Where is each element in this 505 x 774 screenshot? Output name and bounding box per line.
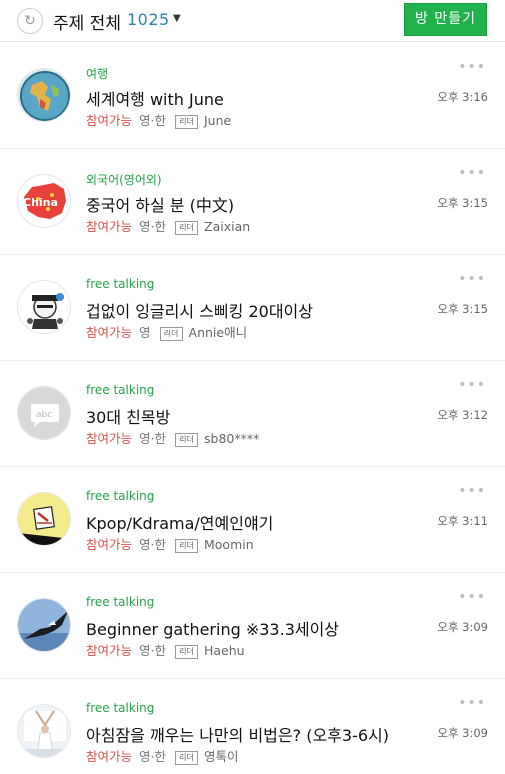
room-time: 오후 3:16 [437,90,488,104]
caret-down-icon[interactable]: ▼ [173,13,181,24]
top-bar: ↻ 주제 전체 1025 ▼ 방 만들기 [0,0,505,42]
room-title[interactable]: Kpop/Kdrama/연예인얘기 [86,510,273,534]
room-meta: 참여가능 영·한 리더 sb80**** [86,428,260,447]
status-label: 참여가능 [86,749,133,764]
room-title[interactable]: 세계여행 with June [86,86,224,110]
more-dots-icon[interactable]: ••• [458,377,486,393]
leader-badge: 리더 [175,539,198,553]
room-item[interactable]: abc free talking 30대 친목방 참여가능 영·한 리더 sb80**… [0,361,505,467]
leader-name: June [204,113,232,128]
language-label: 영·한 [139,749,166,764]
room-title[interactable]: 겁없이 잉글리시 스삐킹 20대이상 [86,298,313,322]
room-category: free talking [86,383,155,397]
status-label: 참여가능 [86,431,133,446]
status-label: 참여가능 [86,325,133,340]
room-title[interactable]: 중국어 하실 분 (中文) [86,192,234,216]
room-item[interactable]: free talking Kpop/Kdrama/연예인얘기 참여가능 영·한 리더… [0,467,505,573]
create-room-button[interactable]: 방 만들기 [404,3,487,36]
room-category: 외국어(영어외) [86,173,162,187]
status-label: 참여가능 [86,643,133,658]
room-meta: 참여가능 영 리더 Annie애니 [86,322,248,341]
room-item[interactable]: free talking 아침잠을 깨우는 나만의 비법은? (오후3-6시) … [0,679,505,774]
room-category: 여행 [86,67,109,81]
room-title[interactable]: 30대 친목방 [86,404,170,428]
language-label: 영·한 [139,113,166,128]
leader-name: 영톡이 [204,749,239,764]
room-item[interactable]: free talking 겁없이 잉글리시 스삐킹 20대이상 참여가능 영 리더 A… [0,255,505,361]
room-time: 오후 3:15 [437,196,488,210]
leader-name: Annie애니 [188,325,248,340]
room-meta: 참여가능 영·한 리더 Haehu [86,640,245,659]
language-label: 영 [139,325,151,340]
room-item[interactable]: China 외국어(영어외) 중국어 하실 분 (中文) 참여가능 영·한 리더 Za… [0,149,505,255]
language-label: 영·한 [139,537,166,552]
room-meta: 참여가능 영·한 리더 Moomin [86,534,254,553]
room-time: 오후 3:15 [437,302,488,316]
room-item[interactable]: free talking Beginner gathering ※33.3세이상… [0,573,505,679]
room-meta: 참여가능 영·한 리더 영톡이 [86,746,239,765]
room-time: 오후 3:09 [437,620,488,634]
more-dots-icon[interactable]: ••• [458,483,486,499]
china-map-avatar: China [17,174,71,228]
status-label: 참여가능 [86,219,133,234]
room-time: 오후 3:12 [437,408,488,422]
room-time: 오후 3:11 [437,514,488,528]
leader-name: Haehu [204,643,245,658]
room-category: free talking [86,701,155,715]
leader-name: Moomin [204,537,254,552]
more-dots-icon[interactable]: ••• [458,589,486,605]
svg-text:China: China [23,196,58,209]
status-label: 참여가능 [86,537,133,552]
room-category: free talking [86,277,155,291]
room-count: 1025 [127,10,170,29]
leader-badge: 리더 [175,645,198,659]
eagle-avatar [17,598,71,652]
room-title[interactable]: 아침잠을 깨우는 나만의 비법은? (오후3-6시) [86,722,389,746]
room-category: free talking [86,595,155,609]
topic-filter-title[interactable]: 주제 전체 [53,9,121,34]
leader-badge: 리더 [175,433,198,447]
character-avatar [17,280,71,334]
abc-chat-avatar: abc [17,386,71,440]
drawing-avatar [17,492,71,546]
refresh-icon[interactable]: ↻ [17,8,43,34]
leader-badge: 리더 [175,221,198,235]
room-item[interactable]: 여행 세계여행 with June 참여가능 영·한 리더 June ••• 오후 3… [0,43,505,149]
leader-badge: 리더 [159,327,183,341]
leader-name: sb80**** [204,431,260,446]
more-dots-icon[interactable]: ••• [458,695,486,711]
globe-avatar [17,68,71,122]
leader-name: Zaixian [204,219,251,234]
more-dots-icon[interactable]: ••• [458,271,486,287]
language-label: 영·한 [139,431,166,446]
woman-stretching-avatar [17,704,71,758]
leader-badge: 리더 [175,751,198,765]
room-time: 오후 3:09 [437,726,488,740]
room-meta: 참여가능 영·한 리더 June [86,110,232,129]
more-dots-icon[interactable]: ••• [458,59,486,75]
language-label: 영·한 [139,219,166,234]
leader-badge: 리더 [175,115,198,129]
more-dots-icon[interactable]: ••• [458,165,486,181]
status-label: 참여가능 [86,113,133,128]
room-meta: 참여가능 영·한 리더 Zaixian [86,216,251,235]
svg-text:abc: abc [36,410,52,420]
room-title[interactable]: Beginner gathering ※33.3세이상 [86,616,339,640]
language-label: 영·한 [139,643,166,658]
room-category: free talking [86,489,155,503]
